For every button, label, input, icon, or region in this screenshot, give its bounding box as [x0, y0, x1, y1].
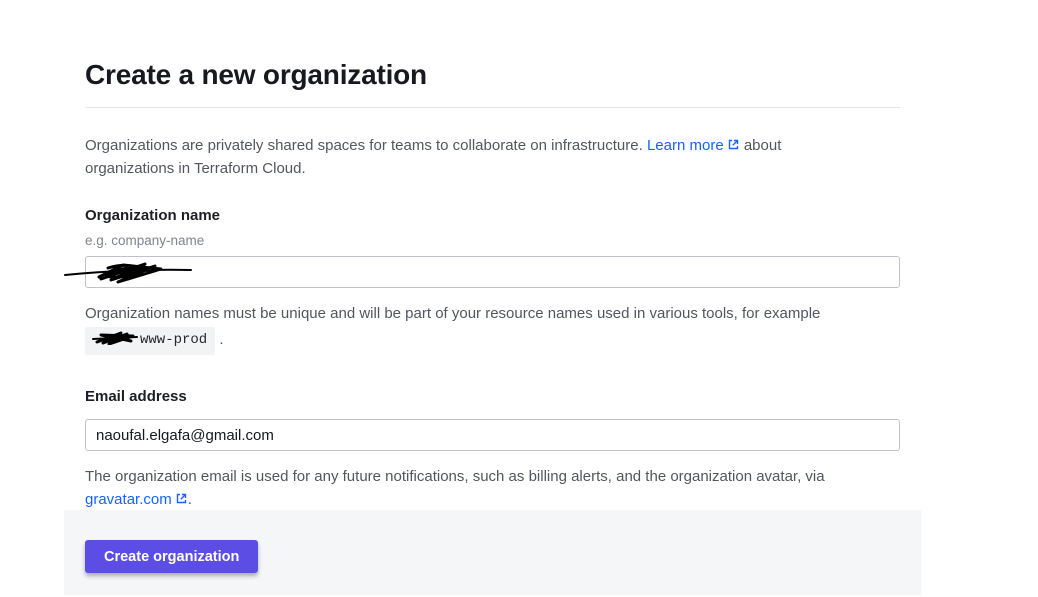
email-address-label: Email address: [85, 387, 900, 407]
organization-name-input[interactable]: [85, 256, 900, 288]
create-organization-page: Create a new organization Organizations …: [0, 0, 1038, 597]
main-content: Create a new organization Organizations …: [0, 0, 900, 511]
resource-name-example: www-prod: [85, 327, 215, 355]
create-organization-button[interactable]: Create organization: [85, 540, 258, 573]
after-example: .: [219, 331, 223, 348]
gravatar-link[interactable]: gravatar.com: [85, 491, 188, 508]
external-link-icon: [727, 138, 740, 151]
email-help-line1: The organization email is used for any f…: [85, 465, 885, 488]
organization-name-label: Organization name: [85, 206, 900, 226]
email-help-line2: gravatar.com.: [85, 488, 885, 511]
example-suffix: www-prod: [140, 332, 207, 348]
intro-paragraph: Organizations are privately shared space…: [85, 134, 843, 180]
organization-name-input-wrap: [85, 256, 900, 288]
redacted-scribble-small: [91, 330, 139, 345]
learn-more-link[interactable]: Learn more: [647, 137, 740, 154]
gravatar-link-label: gravatar.com: [85, 491, 172, 508]
email-help: The organization email is used for any f…: [85, 465, 885, 511]
organization-name-example-line: www-prod .: [85, 325, 885, 355]
email-input-wrap: [85, 419, 900, 451]
form-footer: Create organization: [64, 510, 921, 595]
learn-more-label: Learn more: [647, 137, 724, 154]
organization-name-hint: e.g. company-name: [85, 232, 900, 250]
email-address-input[interactable]: [85, 419, 900, 451]
page-title: Create a new organization: [85, 58, 900, 108]
external-link-icon: [175, 492, 188, 505]
email-help-period: .: [188, 491, 192, 508]
organization-name-help-line1: Organization names must be unique and wi…: [85, 302, 885, 325]
organization-name-help: Organization names must be unique and wi…: [85, 302, 885, 355]
intro-text-before: Organizations are privately shared space…: [85, 137, 647, 154]
